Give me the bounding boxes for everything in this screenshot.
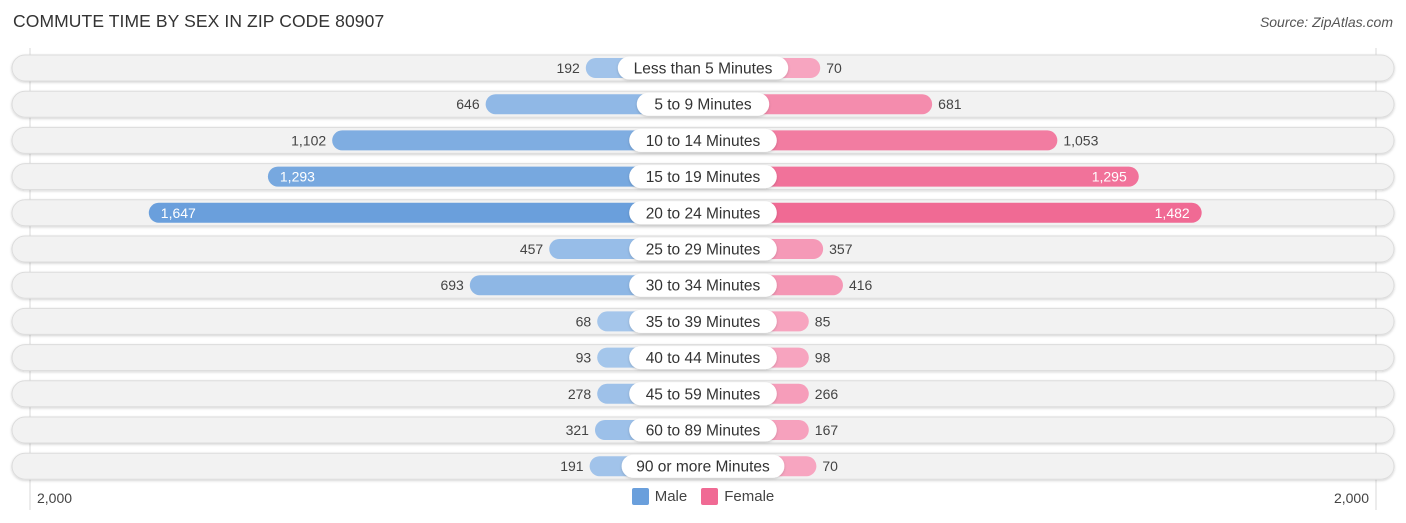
category-label: 10 to 14 Minutes [646, 133, 761, 150]
male-bar [148, 202, 704, 223]
female-value-label: 70 [822, 458, 838, 474]
female-swatch [701, 488, 719, 505]
male-value-label: 646 [456, 96, 480, 112]
category-label: 5 to 9 Minutes [654, 97, 752, 114]
female-value-label: 167 [815, 422, 839, 438]
male-value-label: 1,293 [280, 169, 315, 185]
male-value-label: 693 [440, 277, 464, 293]
male-swatch [631, 488, 649, 505]
legend: Male Female [0, 488, 1406, 505]
legend-male-label: Male [654, 488, 688, 505]
category-label: 30 to 34 Minutes [646, 278, 761, 295]
category-label: 90 or more Minutes [636, 459, 770, 476]
category-label: 20 to 24 Minutes [646, 205, 761, 222]
male-value-label: 278 [568, 386, 592, 402]
male-value-label: 93 [576, 350, 592, 366]
male-value-label: 1,647 [161, 205, 196, 221]
female-value-label: 266 [815, 386, 839, 402]
category-label: 40 to 44 Minutes [646, 350, 761, 367]
male-value-label: 68 [576, 313, 592, 329]
female-value-label: 1,295 [1092, 169, 1127, 185]
legend-female-label: Female [724, 488, 775, 505]
male-value-label: 191 [560, 458, 584, 474]
category-label: 25 to 29 Minutes [646, 242, 761, 259]
chart-plot: 192 70 Less than 5 Minutes 646 681 5 to 9 Min… [11, 48, 1395, 510]
category-label: 35 to 39 Minutes [646, 314, 761, 331]
category-label: Less than 5 Minutes [634, 61, 773, 78]
category-label: 60 to 89 Minutes [646, 423, 761, 440]
female-value-label: 70 [826, 60, 842, 76]
female-value-label: 85 [815, 313, 831, 329]
female-bar [703, 202, 1202, 223]
female-value-label: 98 [815, 350, 831, 366]
female-value-label: 1,482 [1155, 205, 1190, 221]
category-label: 45 to 59 Minutes [646, 386, 761, 403]
male-value-label: 321 [566, 422, 590, 438]
male-value-label: 192 [556, 60, 580, 76]
legend-item-female[interactable]: Female [701, 488, 774, 505]
legend-item-male[interactable]: Male [631, 488, 688, 505]
female-value-label: 357 [829, 241, 853, 257]
female-value-label: 1,053 [1063, 132, 1098, 148]
male-value-label: 1,102 [291, 132, 326, 148]
category-label: 15 to 19 Minutes [646, 169, 761, 186]
female-value-label: 416 [849, 277, 873, 293]
male-value-label: 457 [520, 241, 544, 257]
female-value-label: 681 [938, 96, 962, 112]
